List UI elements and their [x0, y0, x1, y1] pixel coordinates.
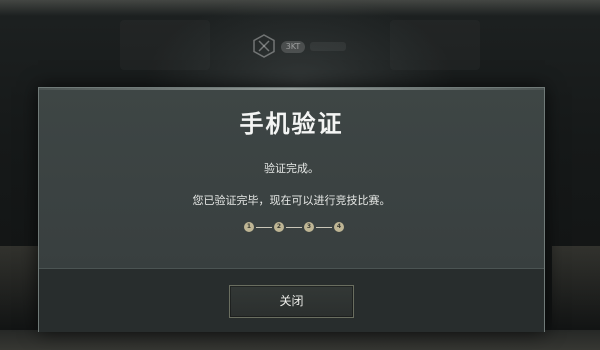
- step-connector: [316, 226, 332, 228]
- step-connector: [256, 226, 272, 228]
- background-structure: [390, 20, 480, 70]
- dialog-footer: 关闭: [39, 268, 544, 332]
- step-indicator: 2: [274, 222, 284, 232]
- step-connector: [286, 226, 302, 228]
- background-top-glow: [0, 0, 600, 16]
- step-indicator: 3: [304, 222, 314, 232]
- step-indicator: 1: [244, 222, 254, 232]
- background-structure: [120, 20, 210, 70]
- phone-verification-dialog: 手机验证 验证完成。 您已验证完毕，现在可以进行竞技比赛。 1 2 3 4 关闭: [38, 87, 545, 332]
- background-pillar: [552, 246, 600, 330]
- game-logo-icon: [253, 34, 275, 58]
- dialog-top-border: [39, 88, 544, 90]
- close-button[interactable]: 关闭: [229, 285, 354, 318]
- background-badge: 3KT: [281, 41, 305, 53]
- background-faint-label: [310, 42, 346, 51]
- dialog-title: 手机验证: [239, 110, 344, 138]
- verification-status-text: 验证完成。: [264, 162, 319, 175]
- progress-stepper: 1 2 3 4: [244, 221, 344, 233]
- step-indicator: 4: [334, 222, 344, 232]
- background-floor: [0, 330, 600, 350]
- verification-message-text: 您已验证完毕，现在可以进行竞技比赛。: [192, 194, 391, 207]
